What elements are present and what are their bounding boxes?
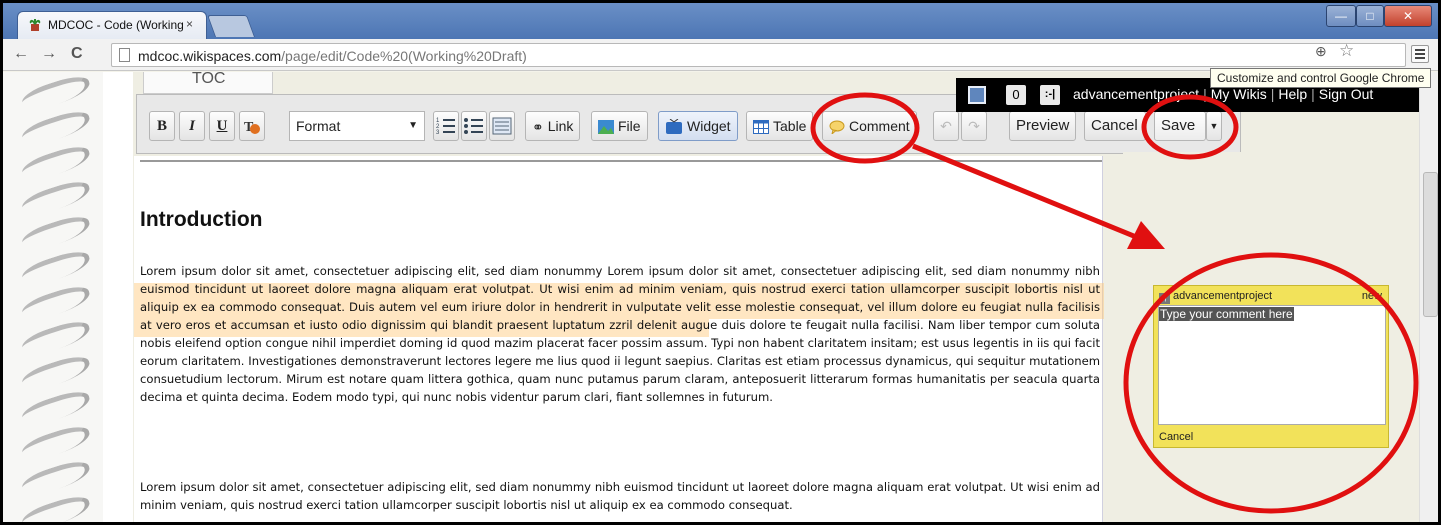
page-scrollbar[interactable] [1419, 72, 1438, 522]
spiral-binding-decoration [3, 71, 103, 522]
bookmark-star-icon[interactable]: ☆ [1339, 41, 1354, 61]
minimize-button[interactable]: — [1326, 5, 1356, 27]
toolbar-buttons: B I U T Format ▼ 123 ⚭ Link File Widget … [143, 111, 1233, 145]
title-bar: MDCOC - Code (Working × — □ ✕ [3, 3, 1438, 39]
zoom-icon[interactable]: ⊕ [1315, 43, 1327, 60]
bold-button[interactable]: B [149, 111, 175, 141]
svg-text:3: 3 [436, 130, 440, 136]
paragraph: Lorem ipsum dolor sit amet, consectetuer… [140, 264, 1100, 404]
redo-button[interactable]: ↷ [961, 111, 987, 141]
url-host: mdcoc.wikispaces.com [138, 48, 282, 64]
image-file-icon [598, 120, 614, 135]
widget-tv-icon [666, 119, 682, 135]
undo-button[interactable]: ↶ [933, 111, 959, 141]
section-heading: Introduction [140, 208, 263, 231]
link-button[interactable]: ⚭ Link [525, 111, 581, 141]
sign-out-link[interactable]: Sign Out [1319, 86, 1373, 102]
comment-placeholder: Type your comment here [1159, 307, 1294, 321]
back-icon[interactable]: ← [13, 45, 29, 63]
username-link[interactable]: advancementproject [1073, 86, 1199, 102]
wikispaces-favicon-icon [29, 19, 41, 31]
user-avatar-icon[interactable]: :-| [1040, 85, 1060, 105]
cancel-button[interactable]: Cancel [1084, 111, 1146, 141]
numbered-list-icon: 123 [436, 118, 455, 136]
table-button-label: Table [773, 118, 807, 134]
window-close-button[interactable]: ✕ [1384, 5, 1432, 27]
user-avatar-icon: :| [1159, 293, 1170, 304]
page-layout-icon[interactable] [968, 86, 986, 104]
comment-popup: :| advancementproject new Type your comme… [1153, 285, 1389, 448]
speech-bubble-icon [829, 120, 845, 135]
forward-icon[interactable]: → [41, 45, 57, 63]
address-bar[interactable]: mdcoc.wikispaces.com/page/edit/Code%20(W… [111, 43, 1406, 67]
horizontal-rule [140, 160, 1102, 162]
comment-input[interactable] [1158, 305, 1386, 425]
comment-username: advancementproject [1173, 290, 1273, 302]
page-content: TOC B I U T Format ▼ 123 ⚭ Link File Wid… [3, 71, 1438, 522]
underline-button[interactable]: U [209, 111, 235, 141]
indent-button[interactable] [489, 111, 515, 141]
table-button[interactable]: Table [746, 111, 814, 141]
indent-icon [492, 117, 512, 135]
separator: | [1270, 86, 1275, 102]
format-select-value: Format [296, 118, 341, 134]
save-button[interactable]: Save [1154, 111, 1206, 141]
menu-tooltip: Customize and control Google Chrome [1210, 68, 1432, 88]
reload-icon[interactable]: C [71, 45, 83, 63]
separator: | [1311, 86, 1315, 102]
chevron-down-icon: ▼ [1209, 121, 1219, 131]
comment-new-badge: new [1361, 290, 1382, 302]
link-icon: ⚭ [532, 119, 544, 136]
page-icon [119, 48, 130, 62]
format-select[interactable]: Format ▼ [289, 111, 425, 141]
url-text: mdcoc.wikispaces.com/page/edit/Code%20(W… [138, 48, 527, 64]
separator: | [1203, 86, 1207, 102]
chrome-menu-button[interactable] [1411, 45, 1429, 63]
undo-icon: ↶ [940, 118, 952, 134]
file-button-label: File [618, 118, 641, 134]
help-link[interactable]: Help [1278, 86, 1307, 102]
table-icon [753, 120, 769, 135]
tab-title: MDCOC - Code (Working [48, 18, 184, 32]
file-button[interactable]: File [591, 111, 648, 141]
widget-button-label: Widget [687, 118, 731, 134]
chevron-down-icon: ▼ [408, 120, 418, 131]
my-wikis-link[interactable]: My Wikis [1211, 86, 1267, 102]
text-color-icon: T [244, 120, 260, 135]
link-button-label: Link [547, 118, 574, 134]
comment-cancel-link[interactable]: Cancel [1159, 431, 1193, 443]
bullet-list-icon [464, 118, 483, 134]
maximize-button[interactable]: □ [1356, 5, 1384, 27]
comment-button[interactable]: Comment [822, 111, 917, 141]
comment-button-label: Comment [849, 118, 910, 134]
save-options-button[interactable]: ▼ [1206, 111, 1222, 141]
address-toolbar: ← → C mdcoc.wikispaces.com/page/edit/Cod… [3, 39, 1438, 71]
browser-tab[interactable]: MDCOC - Code (Working × [17, 11, 207, 39]
url-path: /page/edit/Code%20(Working%20Draft) [281, 48, 527, 64]
browser-window: MDCOC - Code (Working × — □ ✕ ← → C mdco… [0, 0, 1441, 525]
scrollbar-thumb[interactable] [1423, 172, 1438, 317]
toc-tab[interactable]: TOC [143, 71, 273, 94]
comment-author: :| advancementproject [1159, 290, 1272, 304]
notification-count[interactable]: 0 [1006, 85, 1026, 105]
user-links: advancementproject | My Wikis | Help | Sign Ou… [1073, 86, 1373, 102]
italic-button[interactable]: I [179, 111, 205, 141]
redo-icon: ↷ [968, 118, 980, 134]
bullet-list-button[interactable] [461, 111, 487, 141]
page-margin [103, 72, 133, 522]
numbered-list-button[interactable]: 123 [433, 111, 459, 141]
widget-button[interactable]: Widget [658, 111, 738, 141]
text-color-button[interactable]: T [239, 111, 265, 141]
preview-button[interactable]: Preview [1009, 111, 1077, 141]
tab-close-icon[interactable]: × [186, 17, 193, 31]
new-tab-button[interactable] [206, 15, 256, 37]
paragraph: Lorem ipsum dolor sit amet, consectetuer… [140, 480, 1100, 512]
editor-area[interactable]: Introduction Lorem ipsum dolor sit amet,… [134, 156, 1104, 522]
